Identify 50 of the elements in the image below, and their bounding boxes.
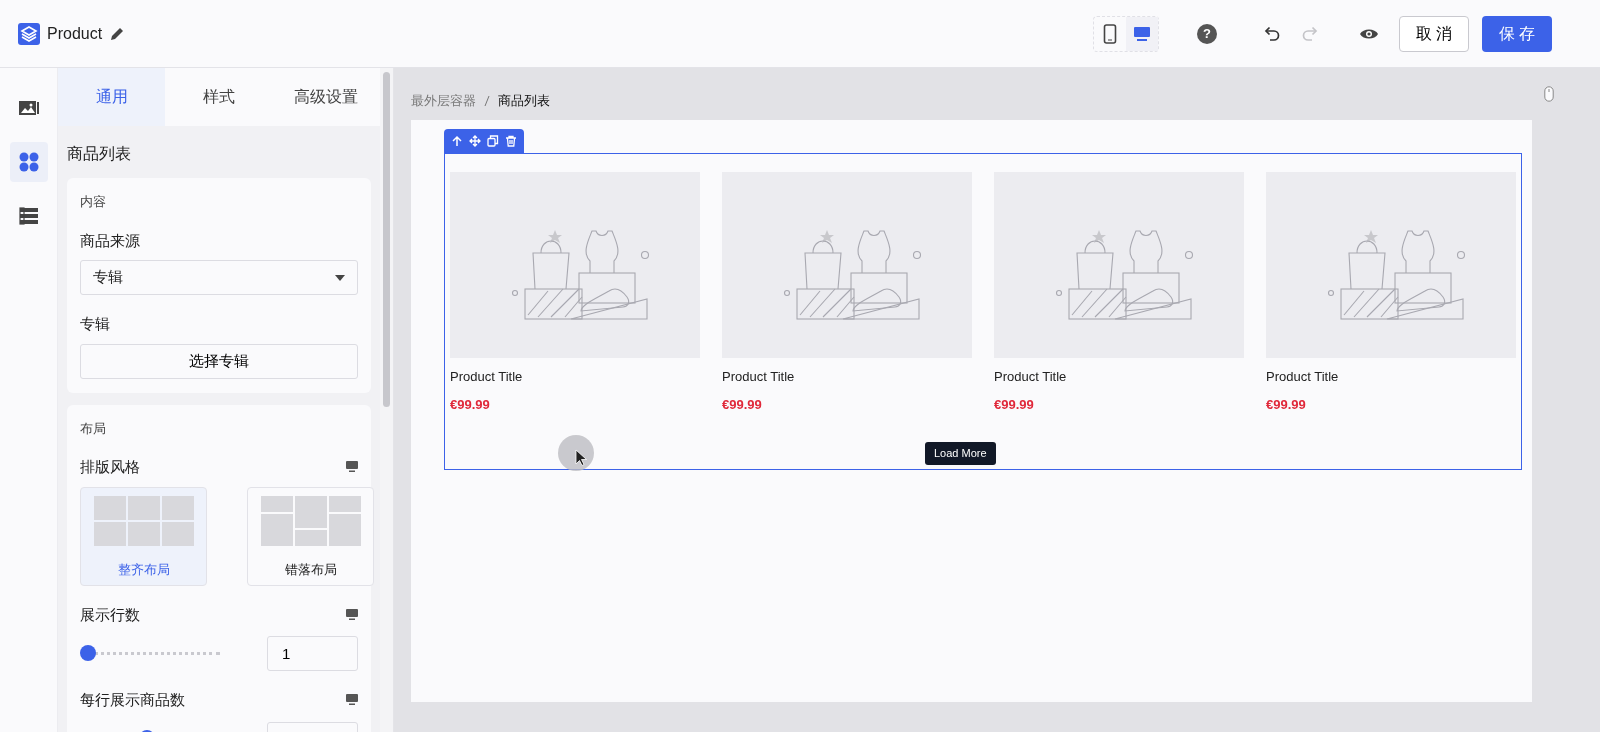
layout-option[interactable]: 错落布局	[247, 486, 374, 586]
field-label: 商品来源	[80, 230, 141, 251]
desktop-icon	[346, 461, 358, 474]
product-price: €99.99	[450, 395, 491, 414]
desktop-icon[interactable]	[1133, 24, 1151, 43]
product-price: €99.99	[994, 395, 1035, 414]
delete-icon[interactable]	[505, 135, 517, 147]
components-icon[interactable]	[9, 142, 48, 182]
app-logo-icon	[18, 22, 40, 45]
layout-preview-icon	[260, 495, 361, 546]
product-title: Product Title	[722, 368, 796, 386]
source-select[interactable]: 专辑	[80, 260, 358, 295]
product-price: €99.99	[722, 395, 763, 414]
layout-option[interactable]: 整齐布局	[80, 486, 207, 586]
cursor-icon	[557, 434, 595, 472]
slider-thumb[interactable]	[80, 644, 96, 661]
move-icon[interactable]	[469, 135, 481, 147]
product-title: Product Title	[1266, 368, 1340, 386]
product-title: Product Title	[994, 368, 1068, 386]
page-title: Product	[47, 23, 103, 44]
mouse-icon	[1544, 86, 1554, 102]
help-button[interactable]: ?	[1197, 23, 1217, 44]
mobile-icon[interactable]	[1103, 23, 1117, 44]
copy-icon[interactable]	[487, 135, 499, 147]
caret-icon	[335, 274, 345, 281]
load-more-button[interactable]: Load More	[925, 442, 996, 465]
desktop-icon	[346, 694, 358, 707]
product-price: €99.99	[1266, 395, 1307, 414]
undo-button[interactable]	[1263, 24, 1281, 43]
number-input[interactable]: 1	[267, 636, 358, 671]
desktop-icon	[346, 608, 358, 621]
cancel-button[interactable]: 取 消	[1399, 15, 1469, 52]
section-title: 商品列表	[66, 144, 132, 164]
settings-tab[interactable]: 通用	[58, 68, 166, 126]
layout-preview-icon	[93, 495, 194, 546]
field-label: 展示行数	[80, 604, 140, 625]
product-title: Product Title	[450, 368, 524, 386]
move-up-icon[interactable]	[451, 135, 463, 147]
edit-icon[interactable]	[109, 25, 126, 42]
save-button[interactable]: 保 存	[1482, 15, 1552, 52]
breadcrumb-item[interactable]: 最外层容器	[411, 91, 476, 111]
field-label: 每行展示商品数	[80, 690, 185, 710]
field-label: 排版风格	[80, 457, 140, 477]
field-label: 专辑	[80, 314, 111, 334]
select-album-button[interactable]: 选择专辑	[80, 343, 358, 379]
scrollbar-thumb[interactable]	[383, 72, 390, 407]
breadcrumb-item: 商品列表	[498, 92, 550, 111]
breadcrumb-separator-icon	[484, 95, 490, 107]
card-title: 内容	[80, 193, 107, 211]
card-title: 布局	[80, 419, 107, 438]
